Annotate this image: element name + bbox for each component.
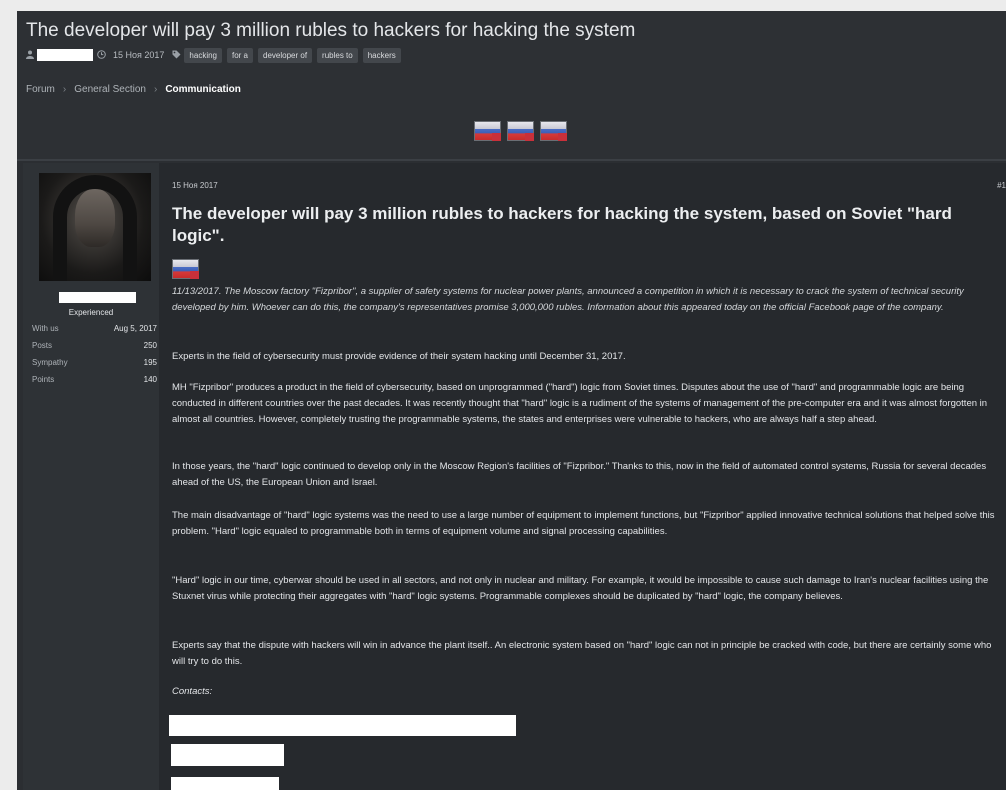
breadcrumb-forum[interactable]: Forum [26, 84, 55, 95]
thread-date[interactable]: 15 Ноя 2017 [113, 50, 164, 60]
post-paragraph: MH "Fizpribor" produces a product in the… [172, 382, 988, 425]
thread-title: The developer will pay 3 million rubles … [26, 20, 636, 41]
stat-value: 140 [143, 375, 157, 384]
post-lead: 11/13/2017. The Moscow factory "Fizpribo… [172, 286, 964, 313]
tag-hackers[interactable]: hackers [362, 47, 401, 63]
contact-redacted[interactable] [169, 715, 516, 736]
thread-meta: 15 Ноя 2017 hacking for a developer of r… [26, 46, 406, 64]
post-heading: The developer will pay 3 million rubles … [172, 204, 952, 245]
breadcrumb-separator: › [62, 84, 67, 95]
user-title: Experienced [68, 308, 114, 317]
user-icon [26, 50, 34, 61]
user-stats: With us Aug 5, 2017 Posts 250 Sympathy 1… [32, 324, 157, 392]
post-number[interactable]: #1 [997, 181, 1006, 190]
stat-row: Sympathy 195 [32, 358, 157, 375]
post-paragraph: Experts in the field of cybersecurity mu… [172, 351, 626, 362]
contact-redacted[interactable] [171, 777, 279, 790]
avatar-hood [53, 175, 137, 281]
stat-row: Posts 250 [32, 341, 157, 358]
stat-value: 250 [143, 341, 157, 350]
post-date[interactable]: 15 Ноя 2017 [172, 181, 218, 190]
flag-icon[interactable] [474, 121, 501, 141]
author-name-redacted[interactable] [37, 49, 93, 61]
tag-rubles-to[interactable]: rubles to [317, 47, 358, 63]
tag-hacking[interactable]: hacking [184, 47, 222, 63]
clock-icon [97, 49, 106, 61]
breadcrumb: Forum › General Section › Communication [26, 84, 241, 95]
post-paragraph: "Hard" logic in our time, cyberwar shoul… [172, 575, 989, 602]
username-redacted[interactable] [59, 292, 136, 303]
post-paragraph: The main disadvantage of "hard" logic sy… [172, 510, 995, 537]
breadcrumb-general-section[interactable]: General Section [74, 84, 146, 95]
stat-row: With us Aug 5, 2017 [32, 324, 157, 341]
user-sidebar: Experienced With us Aug 5, 2017 Posts 25… [23, 163, 159, 790]
tag-icon [172, 50, 181, 61]
flag-icon[interactable] [507, 121, 534, 141]
tag-developer-of[interactable]: developer of [258, 47, 313, 63]
breadcrumb-separator: › [153, 84, 158, 95]
contacts-label: Contacts: [172, 686, 213, 697]
divider [17, 159, 1006, 161]
post-paragraph: In those years, the "hard" logic continu… [172, 461, 987, 488]
flag-row [474, 121, 567, 141]
stat-label: Posts [32, 341, 53, 350]
stat-value: Aug 5, 2017 [113, 324, 157, 333]
stat-label: Points [32, 375, 55, 384]
forum-post: Experienced With us Aug 5, 2017 Posts 25… [23, 163, 1006, 790]
stat-label: With us [32, 324, 59, 333]
flag-icon[interactable] [540, 121, 567, 141]
stat-label: Sympathy [32, 358, 68, 367]
avatar[interactable] [39, 173, 151, 281]
tag-for-a[interactable]: for a [227, 47, 254, 63]
forum-page: The developer will pay 3 million rubles … [17, 11, 1006, 790]
stat-value: 195 [143, 358, 157, 367]
post-paragraph: Experts say that the dispute with hacker… [172, 640, 992, 667]
breadcrumb-communication[interactable]: Communication [165, 84, 241, 95]
stat-row: Points 140 [32, 375, 157, 392]
post-body: 15 Ноя 2017 #1 The developer will pay 3 … [169, 163, 1006, 790]
flag-icon [172, 259, 199, 279]
contact-redacted[interactable] [171, 744, 284, 766]
thread-header: The developer will pay 3 million rubles … [17, 11, 1006, 161]
